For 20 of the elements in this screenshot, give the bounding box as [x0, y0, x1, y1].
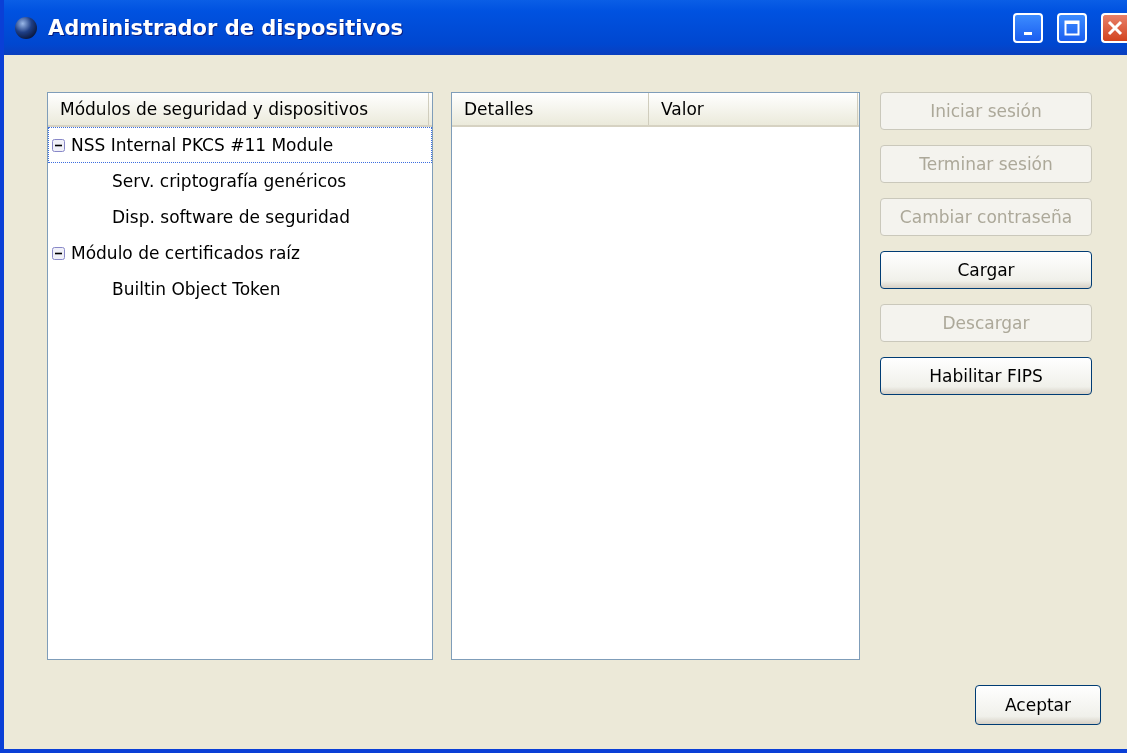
column-header[interactable]: Valor — [649, 93, 858, 125]
minimize-button[interactable] — [1013, 12, 1043, 43]
column-header[interactable]: Detalles — [452, 93, 649, 125]
tree-item[interactable]: Serv. criptografía genéricos — [48, 163, 432, 199]
close-icon — [1107, 19, 1123, 36]
collapse-icon[interactable] — [52, 246, 65, 260]
maximize-icon — [1064, 19, 1080, 36]
tree-item[interactable]: NSS Internal PKCS #11 Module — [48, 127, 432, 163]
window-title: Administrador de dispositivos — [48, 15, 405, 40]
collapse-icon[interactable] — [52, 138, 65, 152]
action-button[interactable]: Habilitar FIPS — [880, 357, 1092, 395]
maximize-button[interactable] — [1057, 12, 1087, 43]
globe-icon — [14, 15, 38, 40]
minimize-icon — [1024, 32, 1032, 35]
tree-item[interactable]: Disp. software de seguridad — [48, 199, 432, 235]
tree-item[interactable]: Builtin Object Token — [48, 271, 432, 307]
ok-button[interactable]: Aceptar — [975, 685, 1101, 725]
tree-item[interactable]: Módulo de certificados raíz — [48, 235, 432, 271]
close-button[interactable] — [1101, 12, 1127, 43]
action-button[interactable]: Cargar — [880, 251, 1092, 289]
